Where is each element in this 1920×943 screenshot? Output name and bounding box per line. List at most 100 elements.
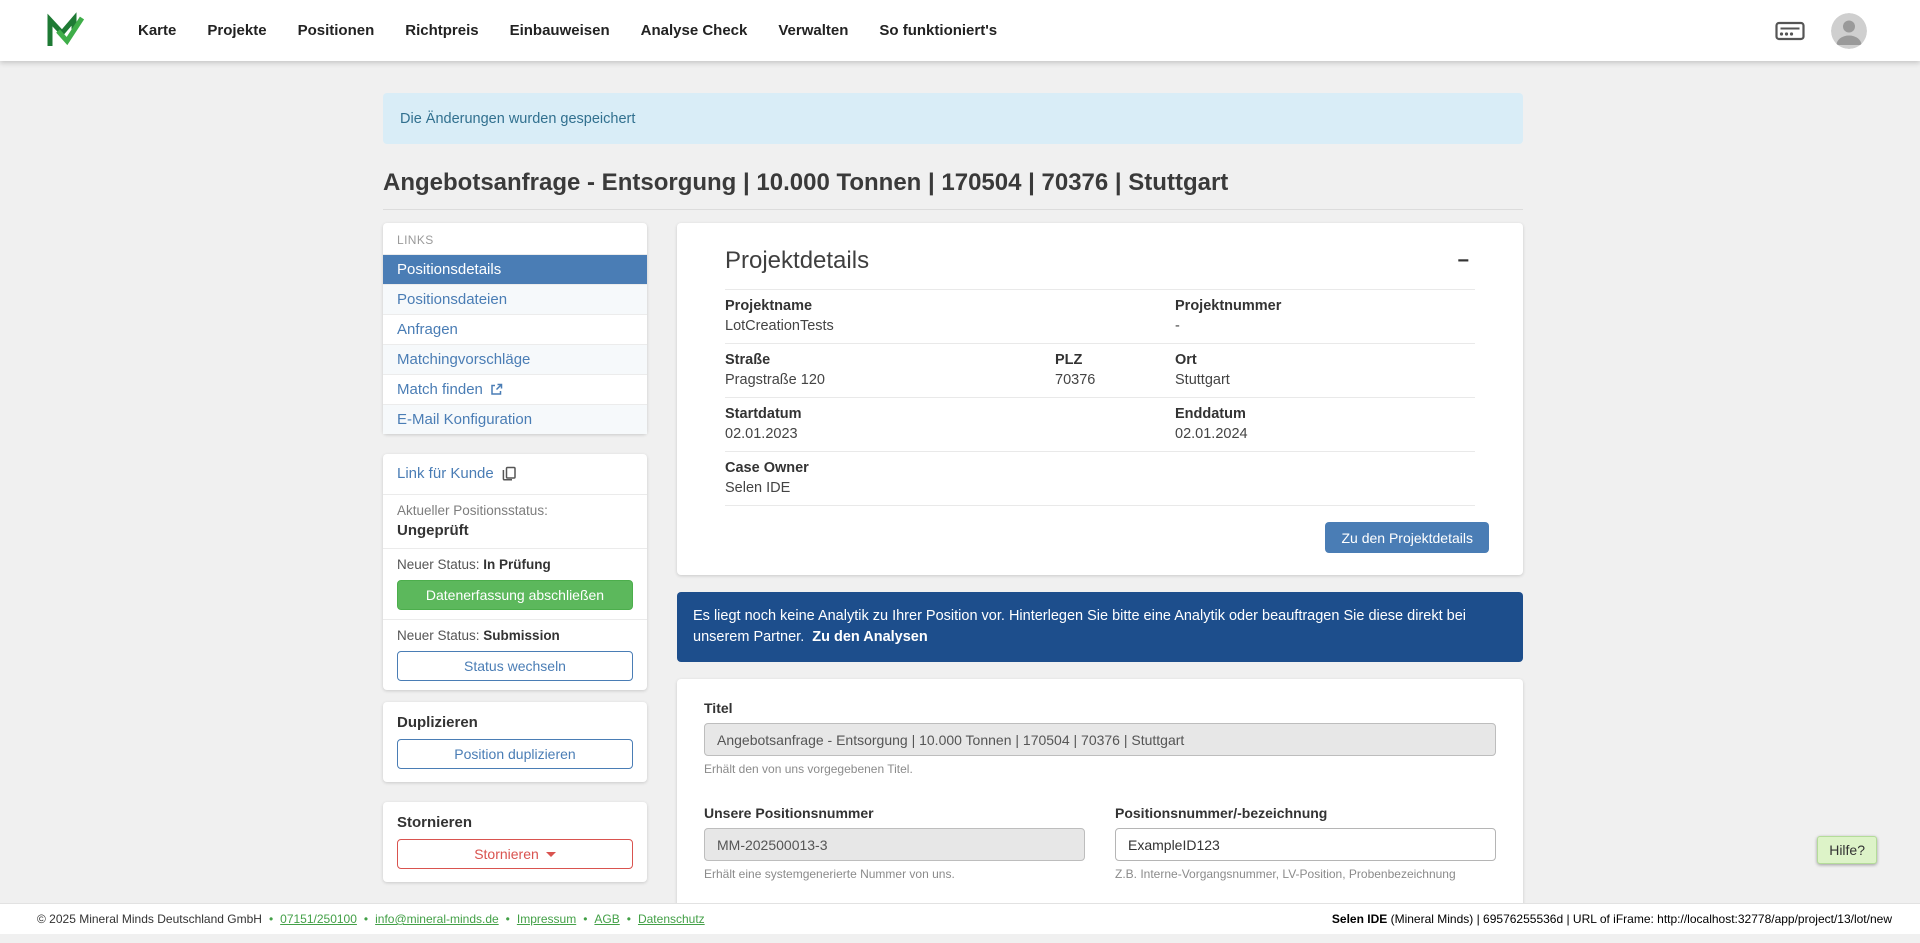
sidebar-item-email-konfiguration[interactable]: E-Mail Konfiguration — [383, 404, 647, 434]
positionsnummer-field: Positionsnummer/-bezeichnung Z.B. Intern… — [1115, 805, 1496, 881]
footer: © 2025 Mineral Minds Deutschland GmbH 07… — [0, 903, 1920, 934]
nav-item-positionen[interactable]: Positionen — [298, 22, 375, 39]
status-wechseln-button[interactable]: Status wechseln — [397, 651, 633, 681]
field-startdatum: Startdatum 02.01.2023 — [725, 406, 1175, 442]
datenerfassung-abschliessen-button[interactable]: Datenerfassung abschließen — [397, 580, 633, 610]
success-alert: Die Änderungen wurden gespeichert — [383, 93, 1523, 144]
positionsnummer-label: Positionsnummer/-bezeichnung — [1115, 805, 1496, 821]
stornieren-button[interactable]: Stornieren — [397, 839, 633, 869]
help-button[interactable]: Hilfe? — [1817, 836, 1877, 864]
table-row: Straße Pragstraße 120 PLZ 70376 Ort Stut… — [725, 343, 1475, 397]
copyright-text: © 2025 Mineral Minds Deutschland GmbH — [37, 912, 262, 926]
mineral-minds-logo-icon[interactable] — [44, 10, 86, 52]
footer-session-details: (Mineral Minds) | 69576255536d | URL of … — [1387, 912, 1892, 926]
field-label: Straße — [725, 352, 1055, 368]
link-fuer-kunde[interactable]: Link für Kunde — [397, 462, 516, 485]
user-avatar[interactable] — [1831, 13, 1867, 49]
separator-dot — [627, 912, 631, 926]
zu-den-analysen-link[interactable]: Zu den Analysen — [812, 629, 927, 645]
project-details-card: Projektdetails − Projektname LotCreation… — [677, 223, 1523, 575]
field-enddatum: Enddatum 02.01.2024 — [1175, 406, 1475, 442]
footer-left: © 2025 Mineral Minds Deutschland GmbH 07… — [37, 912, 705, 926]
nav-right-actions — [1775, 13, 1867, 49]
positionsnummer-helper: Z.B. Interne-Vorgangsnummer, LV-Position… — [1115, 867, 1496, 881]
nav-item-so-funktionierts[interactable]: So funktioniert's — [879, 22, 997, 39]
sidebar-item-positionsdetails[interactable]: Positionsdetails — [383, 254, 647, 284]
separator-dot — [269, 912, 273, 926]
analytics-banner-text: Es liegt noch keine Analytik zu Ihrer Po… — [693, 608, 1466, 645]
table-row: Projektname LotCreationTests Projektnumm… — [725, 289, 1475, 343]
footer-link-email[interactable]: info@mineral-minds.de — [375, 912, 499, 926]
copy-icon[interactable] — [502, 466, 516, 481]
nav-item-karte[interactable]: Karte — [138, 22, 176, 39]
field-case-owner: Case Owner Selen IDE — [725, 460, 1475, 496]
nav-item-einbauweisen[interactable]: Einbauweisen — [510, 22, 610, 39]
footer-link-agb[interactable]: AGB — [594, 912, 619, 926]
collapse-icon[interactable]: − — [1451, 249, 1475, 273]
next-status-label: Neuer Status: — [397, 628, 483, 643]
cancel-card: Stornieren Stornieren — [383, 802, 647, 882]
sidebar-item-matchingvorschlaege[interactable]: Matchingvorschläge — [383, 344, 647, 374]
next-status-label: Neuer Status: — [397, 557, 483, 572]
sidebar-item-match-finden[interactable]: Match finden — [383, 374, 647, 404]
sidebar-links-header: LINKS — [383, 223, 647, 254]
page-content: Die Änderungen wurden gespeichert Angebo… — [383, 61, 1523, 909]
link-fuer-kunde-label: Link für Kunde — [397, 465, 494, 482]
sidebar-item-label: E-Mail Konfiguration — [397, 411, 532, 428]
next-status-2: Neuer Status: Submission — [397, 628, 633, 643]
external-link-icon — [490, 383, 503, 396]
top-navigation: Karte Projekte Positionen Richtpreis Ein… — [0, 0, 1920, 61]
nav-item-analyse-check[interactable]: Analyse Check — [641, 22, 748, 39]
footer-session-info: Selen IDE (Mineral Minds) | 69576255536d… — [1332, 912, 1892, 926]
sidebar-item-positionsdateien[interactable]: Positionsdateien — [383, 284, 647, 314]
sidebar-item-anfragen[interactable]: Anfragen — [383, 314, 647, 344]
sidebar-item-label: Anfragen — [397, 321, 458, 338]
sidebar-links-card: LINKS Positionsdetails Positionsdateien … — [383, 223, 647, 434]
separator-dot — [583, 912, 587, 926]
next-status-value: Submission — [483, 628, 560, 643]
field-value: Stuttgart — [1175, 372, 1475, 388]
field-label: PLZ — [1055, 352, 1175, 368]
nav-item-verwalten[interactable]: Verwalten — [778, 22, 848, 39]
field-value: 02.01.2024 — [1175, 426, 1475, 442]
field-value: - — [1175, 318, 1475, 334]
field-label: Startdatum — [725, 406, 1175, 422]
zu-den-projektdetails-button[interactable]: Zu den Projektdetails — [1325, 522, 1489, 553]
analytics-banner: Es liegt noch keine Analytik zu Ihrer Po… — [677, 592, 1523, 662]
next-status-value: In Prüfung — [483, 557, 551, 572]
table-row: Case Owner Selen IDE — [725, 451, 1475, 506]
footer-link-phone[interactable]: 07151/250100 — [280, 912, 357, 926]
sidebar-item-label: Matchingvorschläge — [397, 351, 530, 368]
success-alert-message: Die Änderungen wurden gespeichert — [400, 111, 635, 127]
field-label: Enddatum — [1175, 406, 1475, 422]
nav-item-richtpreis[interactable]: Richtpreis — [405, 22, 478, 39]
positionsnummer-input[interactable] — [1115, 828, 1496, 861]
duplicate-card: Duplizieren Position duplizieren — [383, 702, 647, 782]
cancel-card-title: Stornieren — [397, 814, 633, 831]
field-label: Case Owner — [725, 460, 1475, 476]
main-nav: Karte Projekte Positionen Richtpreis Ein… — [138, 22, 997, 39]
titel-input — [704, 723, 1496, 756]
main-panel: Projektdetails − Projektname LotCreation… — [677, 223, 1523, 909]
separator-dot — [364, 912, 368, 926]
field-value: 70376 — [1055, 372, 1175, 388]
footer-link-datenschutz[interactable]: Datenschutz — [638, 912, 705, 926]
duplicate-card-title: Duplizieren — [397, 714, 633, 731]
field-label: Ort — [1175, 352, 1475, 368]
next-status-1: Neuer Status: In Prüfung — [397, 557, 633, 572]
field-label: Projektname — [725, 298, 1175, 314]
nav-item-projekte[interactable]: Projekte — [207, 22, 266, 39]
field-projektnummer: Projektnummer - — [1175, 298, 1475, 334]
card-reader-icon[interactable] — [1775, 19, 1805, 43]
caret-down-icon — [546, 852, 556, 857]
sidebar-item-label: Positionsdateien — [397, 291, 507, 308]
table-row: Startdatum 02.01.2023 Enddatum 02.01.202… — [725, 397, 1475, 451]
position-duplizieren-button[interactable]: Position duplizieren — [397, 739, 633, 769]
sidebar-item-label: Match finden — [397, 381, 483, 398]
position-form-card: Titel Erhält den von uns vorgegebenen Ti… — [677, 679, 1523, 909]
field-value: 02.01.2023 — [725, 426, 1175, 442]
status-card: Link für Kunde Aktueller Positionsstatus… — [383, 454, 647, 690]
stornieren-button-label: Stornieren — [474, 846, 539, 862]
current-status-value: Ungeprüft — [397, 522, 633, 539]
footer-link-impressum[interactable]: Impressum — [517, 912, 576, 926]
